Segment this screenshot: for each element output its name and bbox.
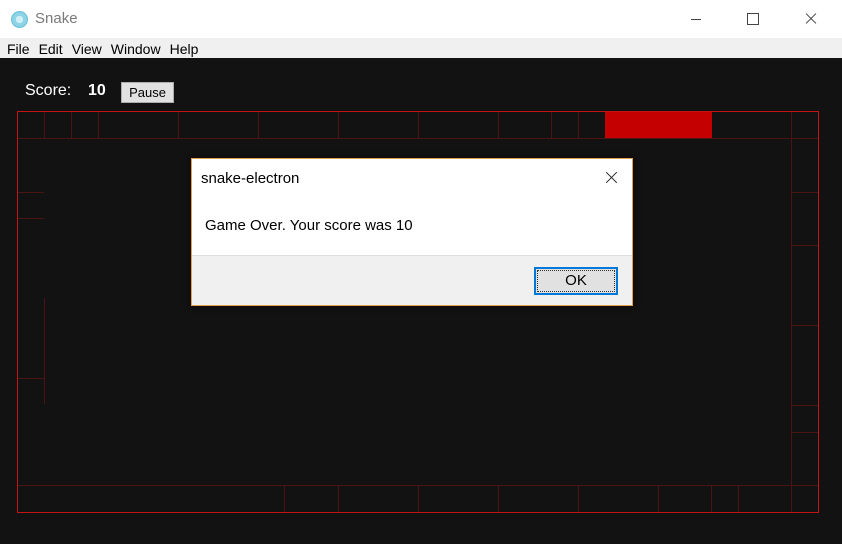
score-value: 10 <box>88 82 106 99</box>
dialog-title: snake-electron <box>201 170 300 187</box>
grid-line <box>178 112 179 138</box>
close-window-button[interactable] <box>789 0 835 38</box>
dialog-close-icon[interactable] <box>596 165 626 191</box>
menu-bar: File Edit View Window Help <box>0 38 842 58</box>
grid-line <box>578 485 579 512</box>
grid-line <box>18 192 44 193</box>
menu-file[interactable]: File <box>7 38 30 58</box>
menu-view[interactable]: View <box>72 38 102 58</box>
ok-button[interactable]: OK <box>534 267 618 295</box>
menu-edit[interactable]: Edit <box>39 38 63 58</box>
maximize-button[interactable] <box>729 0 775 38</box>
pause-button[interactable]: Pause <box>121 82 174 103</box>
grid-line <box>498 112 499 138</box>
grid-line <box>658 485 659 512</box>
grid-line <box>418 112 419 138</box>
grid-line <box>738 485 739 512</box>
grid-line <box>418 485 419 512</box>
grid-line <box>578 112 579 138</box>
menu-window[interactable]: Window <box>111 38 161 58</box>
title-bar: Snake <box>0 0 842 38</box>
grid-line <box>338 112 339 138</box>
grid-line <box>18 138 818 139</box>
grid-line <box>791 245 818 246</box>
grid-line <box>791 432 818 433</box>
window-title: Snake <box>35 10 78 27</box>
grid-line <box>18 378 44 379</box>
grid-line <box>551 112 552 138</box>
grid-line <box>791 325 818 326</box>
score-label: Score: <box>25 82 72 99</box>
grid-line <box>44 112 45 138</box>
snake-food-block <box>605 112 712 138</box>
grid-line <box>791 192 818 193</box>
menu-help[interactable]: Help <box>170 38 199 58</box>
grid-line <box>498 485 499 512</box>
dialog-footer: OK <box>192 255 632 305</box>
grid-line <box>98 112 99 138</box>
grid-line <box>44 298 45 404</box>
game-over-dialog: snake-electron Game Over. Your score was… <box>191 158 633 306</box>
grid-line <box>791 405 818 406</box>
grid-line <box>18 218 44 219</box>
dialog-message: Game Over. Your score was 10 <box>205 217 413 234</box>
grid-line <box>284 485 285 512</box>
grid-line <box>258 112 259 138</box>
minimize-button[interactable] <box>674 0 720 38</box>
grid-line <box>338 485 339 512</box>
grid-line <box>71 112 72 138</box>
electron-app-icon <box>11 11 28 28</box>
grid-line <box>711 485 712 512</box>
grid-line <box>791 112 792 512</box>
